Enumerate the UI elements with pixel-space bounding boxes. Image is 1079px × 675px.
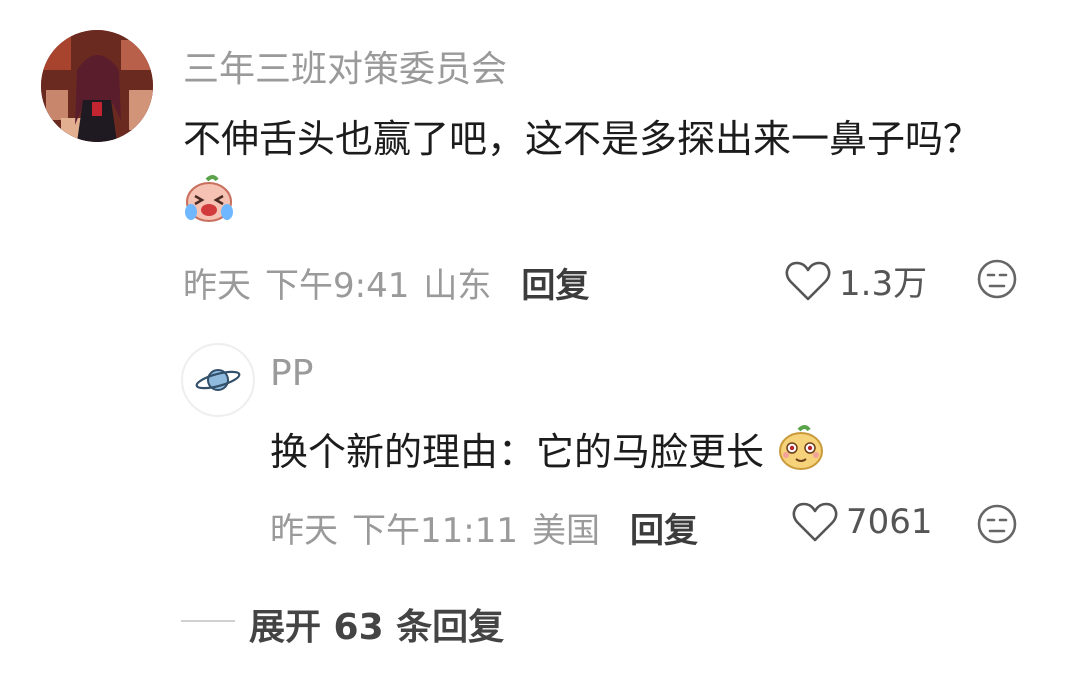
comment-username[interactable]: 三年三班对策委员会 (183, 40, 507, 92)
reply-avatar[interactable] (181, 343, 255, 417)
comment-text: 不伸舌头也赢了吧，这不是多探出来一鼻子吗？ (183, 117, 982, 161)
avatar-image (41, 30, 153, 142)
planet-icon (195, 369, 241, 391)
comment-content: 不伸舌头也赢了吧，这不是多探出来一鼻子吗？ (183, 106, 1043, 244)
neutral-face-icon (977, 259, 1017, 299)
dislike-button[interactable] (976, 258, 1018, 304)
like-button[interactable]: 1.3万 (785, 256, 927, 305)
reply-dislike-button[interactable] (976, 503, 1018, 549)
neutral-face-icon (977, 504, 1017, 544)
reply-location: 美国 (531, 511, 600, 551)
avatar[interactable] (41, 30, 153, 142)
expand-replies-button[interactable]: 展开 63 条回复 (249, 598, 504, 650)
comment-meta: 昨天 下午9:41 山东 回复 (183, 258, 603, 307)
reply-meta: 昨天 下午11:11 美国 回复 (270, 503, 712, 552)
smirk-emoji-icon (776, 422, 826, 487)
reply-button[interactable]: 回复 (521, 266, 589, 306)
reply-like-count: 7061 (846, 502, 933, 542)
reply-reply-button[interactable]: 回复 (630, 511, 698, 551)
comment-location: 山东 (423, 266, 492, 306)
like-count: 1.3万 (839, 264, 928, 304)
crying-laughing-emoji-icon (183, 172, 235, 244)
heart-icon (785, 261, 831, 300)
reply-username[interactable]: PP (270, 353, 313, 394)
heart-icon (792, 502, 838, 542)
reply-time: 下午11:11 (352, 511, 518, 551)
comment-date: 昨天 (183, 266, 251, 306)
expand-divider (181, 620, 235, 622)
reply-like-button[interactable]: 7061 (792, 501, 933, 543)
reply-date: 昨天 (270, 511, 338, 551)
reply-text: 换个新的理由：它的马脸更长 (270, 430, 765, 474)
comment-time: 下午9:41 (265, 266, 410, 306)
reply-content: 换个新的理由：它的马脸更长 (270, 422, 826, 487)
